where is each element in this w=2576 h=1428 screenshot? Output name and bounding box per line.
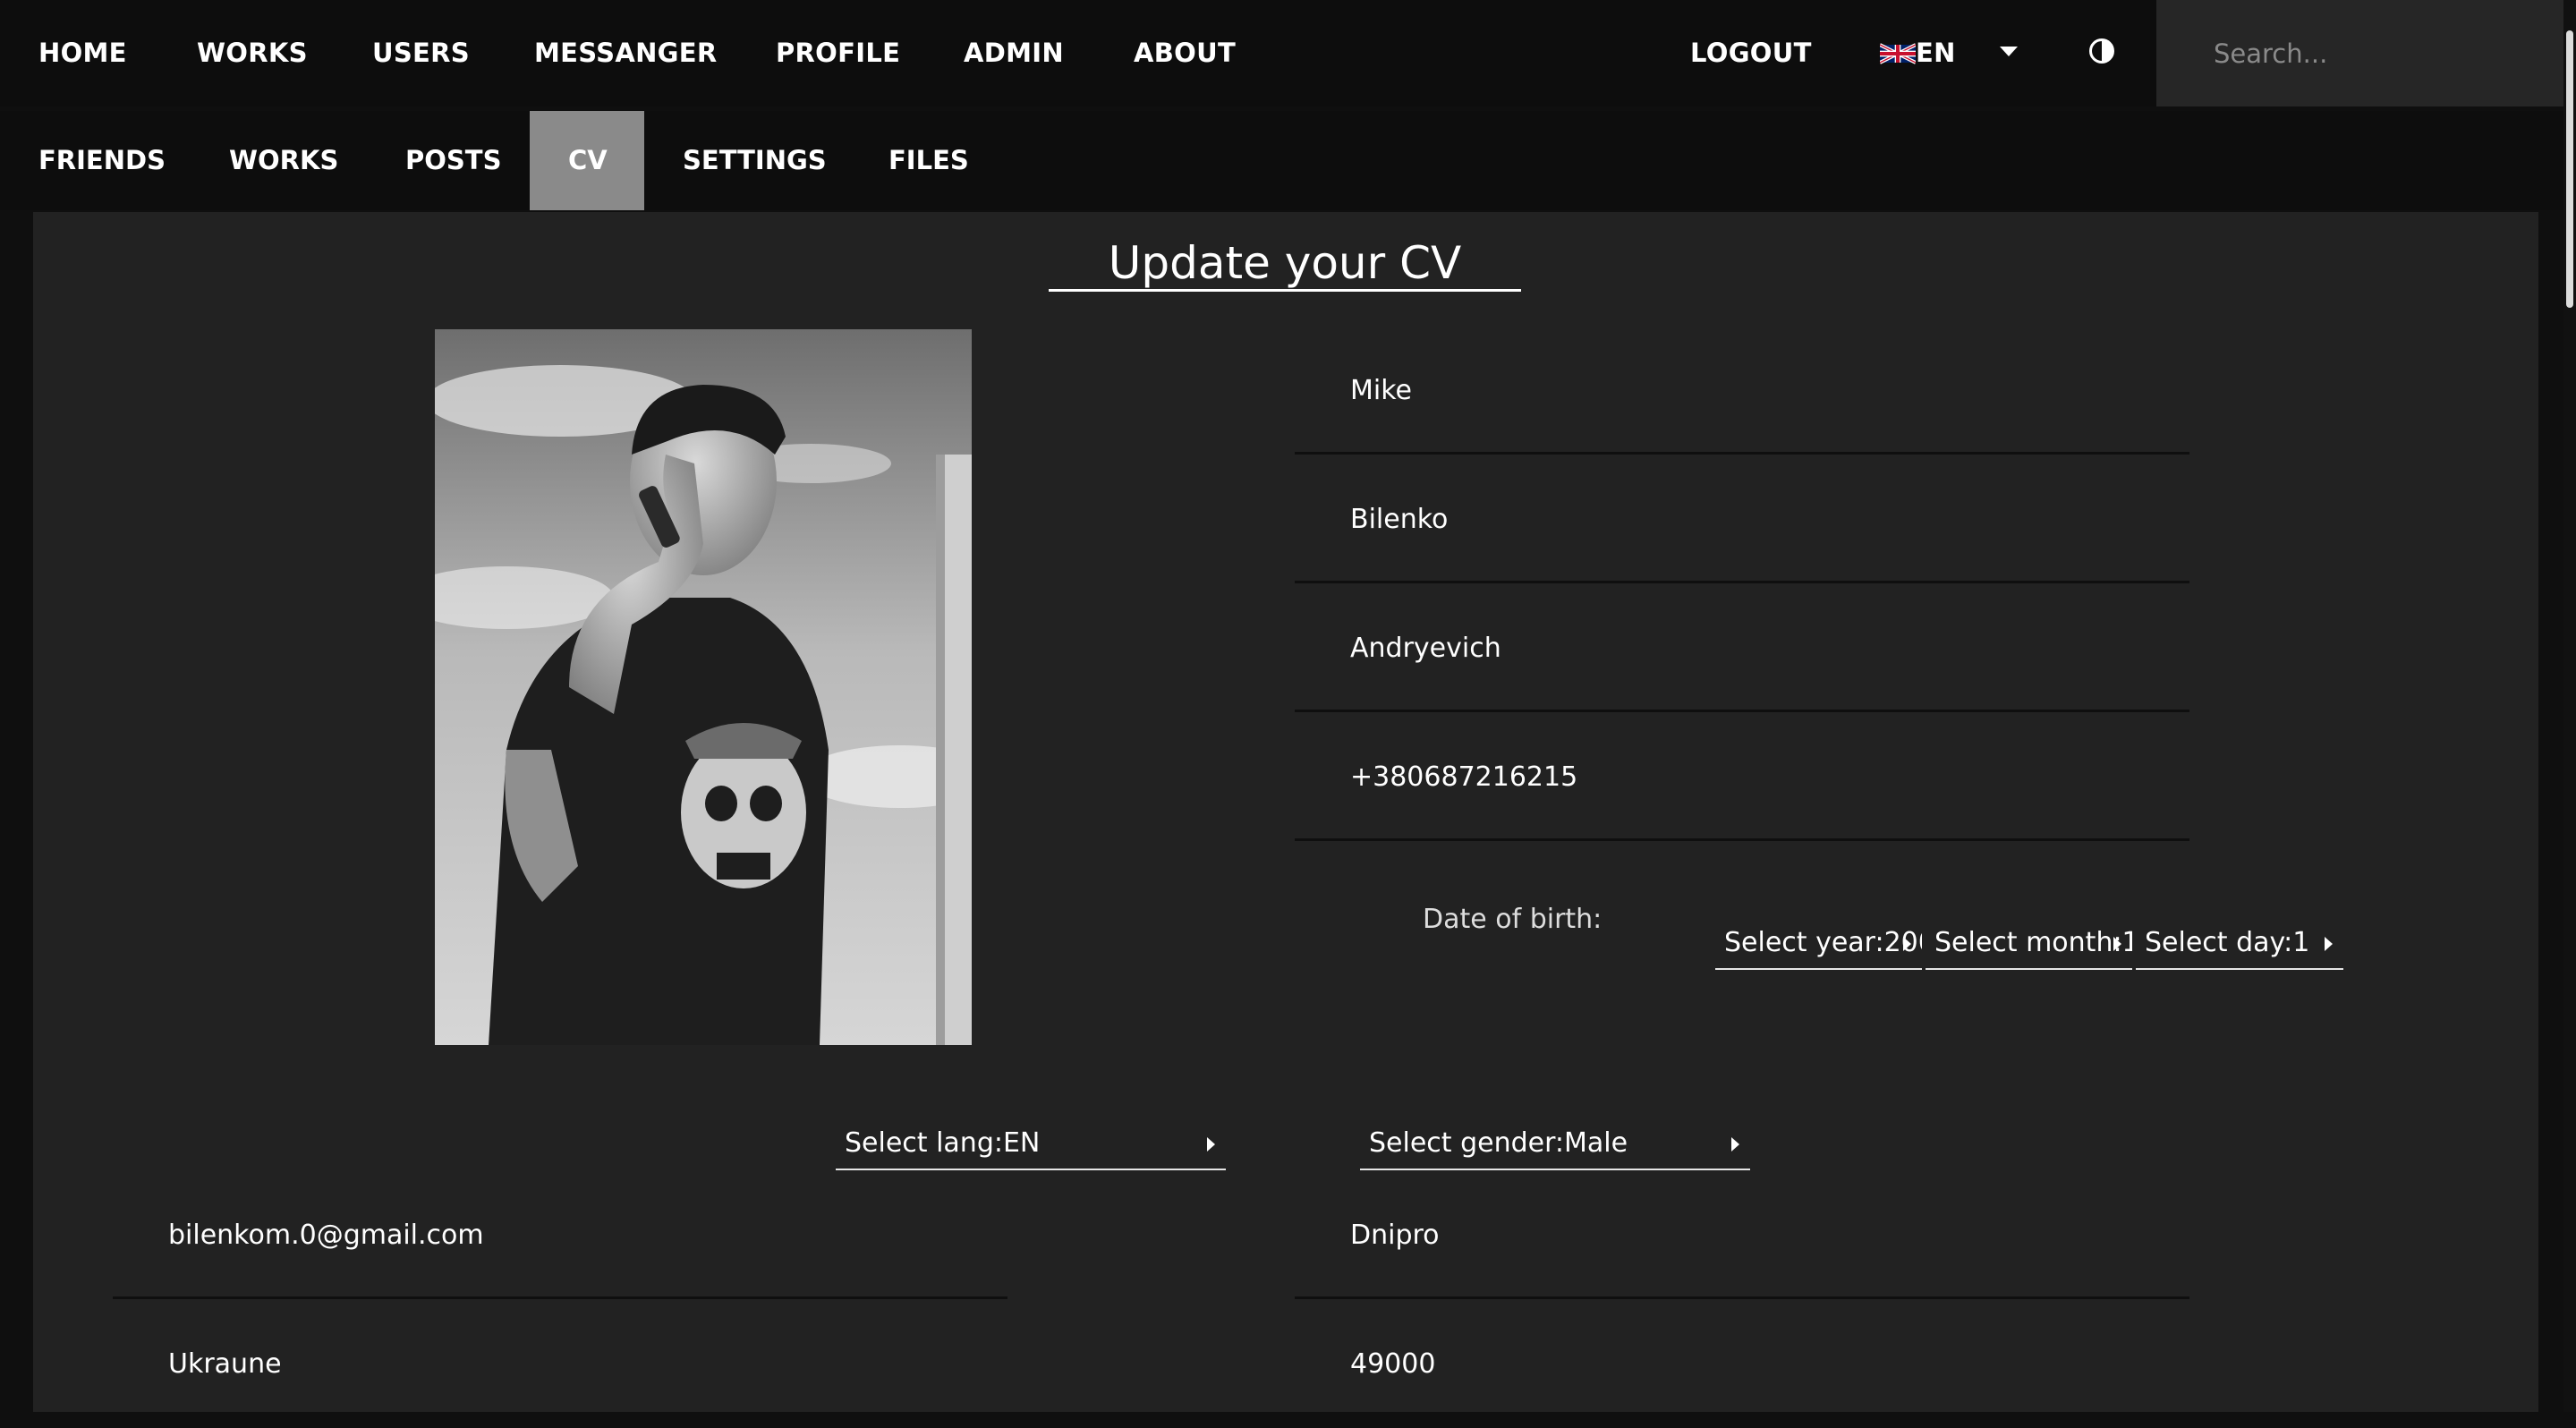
contrast-icon[interactable]: [2088, 38, 2115, 64]
nav-home[interactable]: HOME: [38, 0, 127, 106]
nav-users[interactable]: USERS: [372, 0, 470, 106]
caret-right-icon: [1731, 1137, 1739, 1152]
nav-profile[interactable]: PROFILE: [776, 0, 900, 106]
caret-right-icon: [2113, 937, 2121, 951]
country-field[interactable]: [113, 1303, 1007, 1428]
logout-button[interactable]: LOGOUT: [1690, 0, 1812, 106]
tab-friends[interactable]: FRIENDS: [38, 111, 166, 210]
search-input[interactable]: [2156, 0, 2576, 106]
phone-field[interactable]: [1295, 716, 2189, 841]
city-field[interactable]: [1295, 1174, 2189, 1299]
gender-select-label: Select gender:Male: [1369, 1127, 1628, 1159]
tab-posts[interactable]: POSTS: [405, 111, 501, 210]
profile-sub-navigation: FRIENDS WORKS POSTS CV SETTINGS FILES: [0, 111, 2576, 210]
tab-works[interactable]: WORKS: [229, 111, 338, 210]
first-name-field[interactable]: [1295, 329, 2189, 455]
tab-cv[interactable]: CV: [568, 111, 608, 210]
nav-about[interactable]: ABOUT: [1134, 0, 1236, 106]
language-selector[interactable]: EN: [1916, 0, 1956, 106]
nav-works[interactable]: WORKS: [197, 0, 308, 106]
language-select[interactable]: Select lang:EN: [836, 1117, 1226, 1170]
last-name-field[interactable]: [1295, 458, 2189, 583]
language-select-label: Select lang:EN: [845, 1127, 1041, 1159]
zip-code-field[interactable]: [1295, 1303, 2189, 1428]
profile-photo[interactable]: [435, 329, 972, 1045]
birth-day-select[interactable]: Select day:1: [2136, 916, 2343, 970]
uk-flag-icon[interactable]: [1880, 41, 1916, 66]
birth-month-select-label: Select month:10: [1934, 927, 2132, 958]
caret-right-icon: [1903, 937, 1911, 951]
page-scrollbar[interactable]: [2563, 0, 2576, 1412]
chevron-down-icon[interactable]: [2000, 47, 2018, 56]
email-field[interactable]: [113, 1174, 1007, 1299]
nav-admin[interactable]: ADMIN: [964, 0, 1064, 106]
scrollbar-thumb[interactable]: [2566, 30, 2573, 308]
birth-day-select-label: Select day:1: [2145, 927, 2310, 958]
tab-files[interactable]: FILES: [888, 111, 969, 210]
tab-settings[interactable]: SETTINGS: [683, 111, 827, 210]
top-navigation: HOME WORKS USERS MESSANGER PROFILE ADMIN…: [0, 0, 2576, 106]
page-title: Update your CV: [1049, 234, 1521, 292]
caret-right-icon: [1207, 1137, 1215, 1152]
dob-label: Date of birth:: [1423, 904, 1603, 935]
caret-right-icon: [2325, 937, 2333, 951]
nav-messanger[interactable]: MESSANGER: [534, 0, 718, 106]
birth-month-select[interactable]: Select month:10: [1926, 916, 2132, 970]
birth-year-select[interactable]: Select year:2004: [1715, 916, 1922, 970]
birth-year-select-label: Select year:2004: [1724, 927, 1922, 958]
patronymic-field[interactable]: [1295, 587, 2189, 712]
gender-select[interactable]: Select gender:Male: [1360, 1117, 1750, 1170]
